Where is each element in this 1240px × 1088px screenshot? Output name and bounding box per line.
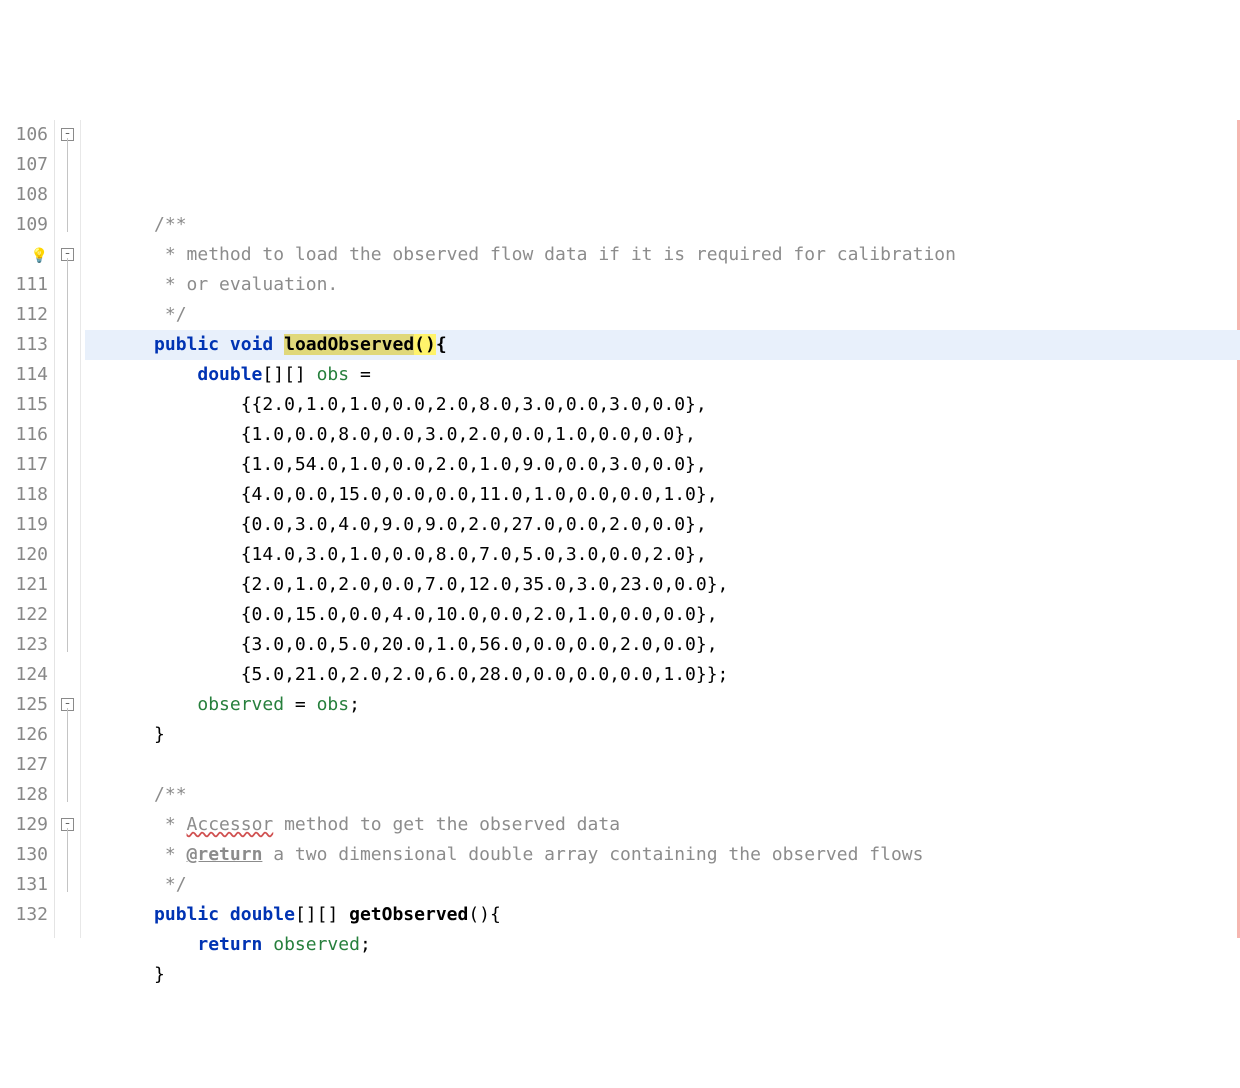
line-number: 💡 [0, 240, 48, 270]
code-line[interactable]: {4.0,0.0,15.0,0.0,0.0,11.0,1.0,0.0,0.0,1… [85, 480, 1240, 510]
line-number: 126 [0, 720, 48, 750]
line-number: 127 [0, 750, 48, 780]
code-line[interactable]: * Accessor method to get the observed da… [85, 810, 1240, 840]
code-line[interactable]: /** [85, 780, 1240, 810]
line-number: 129 [0, 810, 48, 840]
line-number-gutter: 106107108109 💡 111112113114115116117118119… [0, 120, 55, 938]
code-line[interactable]: {1.0,0.0,8.0,0.0,3.0,2.0,0.0,1.0,0.0,0.0… [85, 420, 1240, 450]
code-line[interactable]: public void loadObserved(){ [85, 330, 1240, 360]
code-line[interactable]: */ [85, 870, 1240, 900]
fold-cell [55, 900, 80, 930]
code-line[interactable]: double[][] obs = [85, 360, 1240, 390]
line-number: 120 [0, 540, 48, 570]
line-number: 132 [0, 900, 48, 930]
code-line[interactable]: {{2.0,1.0,1.0,0.0,2.0,8.0,3.0,0.0,3.0,0.… [85, 390, 1240, 420]
line-number: 109 [0, 210, 48, 240]
line-number: 106 [0, 120, 48, 150]
code-line[interactable]: {5.0,21.0,2.0,2.0,6.0,28.0,0.0,0.0,0.0,1… [85, 660, 1240, 690]
line-number: 107 [0, 150, 48, 180]
line-number: 111 [0, 270, 48, 300]
code-line[interactable]: */ [85, 300, 1240, 330]
line-number: 128 [0, 780, 48, 810]
code-line[interactable]: {0.0,15.0,0.0,4.0,10.0,0.0,2.0,1.0,0.0,0… [85, 600, 1240, 630]
code-line[interactable]: {0.0,3.0,4.0,9.0,9.0,2.0,27.0,0.0,2.0,0.… [85, 510, 1240, 540]
line-number: 119 [0, 510, 48, 540]
line-number: 114 [0, 360, 48, 390]
code-line[interactable]: * method to load the observed flow data … [85, 240, 1240, 270]
line-number: 116 [0, 420, 48, 450]
line-number: 123 [0, 630, 48, 660]
code-line[interactable]: * @return a two dimensional double array… [85, 840, 1240, 870]
code-line[interactable]: } [85, 720, 1240, 750]
code-line[interactable] [85, 750, 1240, 780]
line-number: 115 [0, 390, 48, 420]
lightbulb-icon[interactable]: 💡 [31, 248, 48, 264]
line-number: 122 [0, 600, 48, 630]
fold-gutter[interactable]: ---- [55, 120, 81, 938]
line-number: 125 [0, 690, 48, 720]
line-number: 118 [0, 480, 48, 510]
line-number: 121 [0, 570, 48, 600]
code-line[interactable]: {2.0,1.0,2.0,0.0,7.0,12.0,35.0,3.0,23.0,… [85, 570, 1240, 600]
code-line[interactable]: public double[][] getObserved(){ [85, 900, 1240, 930]
code-line[interactable]: * or evaluation. [85, 270, 1240, 300]
code-line[interactable] [85, 990, 1240, 1020]
fold-cell [55, 660, 80, 690]
line-number: 124 [0, 660, 48, 690]
code-line[interactable]: observed = obs; [85, 690, 1240, 720]
line-number: 130 [0, 840, 48, 870]
line-number: 113 [0, 330, 48, 360]
line-number: 131 [0, 870, 48, 900]
code-line[interactable]: {3.0,0.0,5.0,20.0,1.0,56.0,0.0,0.0,2.0,0… [85, 630, 1240, 660]
code-line[interactable]: {14.0,3.0,1.0,0.0,8.0,7.0,5.0,3.0,0.0,2.… [85, 540, 1240, 570]
line-number: 117 [0, 450, 48, 480]
code-line[interactable]: } [85, 960, 1240, 990]
code-line[interactable]: {1.0,54.0,1.0,0.0,2.0,1.0,9.0,0.0,3.0,0.… [85, 450, 1240, 480]
code-line[interactable]: return observed; [85, 930, 1240, 960]
code-area[interactable]: /** * method to load the observed flow d… [81, 120, 1240, 938]
code-line[interactable]: /** [85, 210, 1240, 240]
code-editor[interactable]: 106107108109 💡 111112113114115116117118119… [0, 120, 1240, 938]
line-number: 108 [0, 180, 48, 210]
line-number: 112 [0, 300, 48, 330]
